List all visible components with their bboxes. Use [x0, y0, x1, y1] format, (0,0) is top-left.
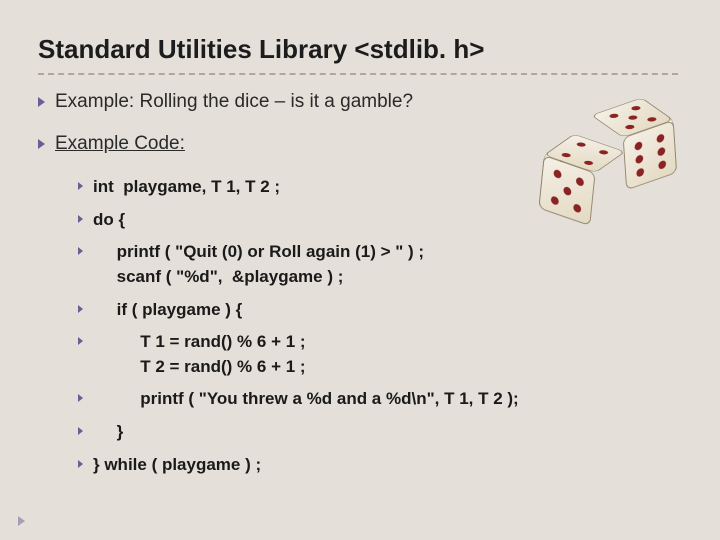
- code-line: }: [78, 420, 682, 445]
- code-line: if ( playgame ) {: [78, 298, 682, 323]
- code-line: printf ( "Quit (0) or Roll again (1) > "…: [78, 240, 682, 289]
- die-icon: [553, 144, 610, 215]
- code-text: printf ( "Quit (0) or Roll again (1) > "…: [93, 240, 424, 289]
- slide: Standard Utilities Library <stdlib. h> E…: [0, 0, 720, 540]
- slide-title: Standard Utilities Library <stdlib. h>: [38, 34, 682, 65]
- code-text: do {: [93, 208, 125, 233]
- triangle-icon: [38, 97, 45, 107]
- code-text: }: [93, 420, 123, 445]
- triangle-icon: [78, 305, 83, 313]
- code-line: printf ( "You threw a %d and a %d\n", T …: [78, 387, 682, 412]
- triangle-icon: [78, 427, 83, 435]
- code-block: int playgame, T 1, T 2 ; do { printf ( "…: [78, 175, 682, 477]
- triangle-icon: [78, 337, 83, 345]
- triangle-icon: [78, 247, 83, 255]
- code-text: } while ( playgame ) ;: [93, 453, 261, 478]
- bullet-text: Example: Rolling the dice – is it a gamb…: [55, 91, 413, 113]
- corner-chevron-icon: [18, 516, 25, 526]
- code-line: } while ( playgame ) ;: [78, 453, 682, 478]
- code-text: int playgame, T 1, T 2 ;: [93, 175, 280, 200]
- code-text: printf ( "You threw a %d and a %d\n", T …: [93, 387, 519, 412]
- code-line: T 1 = rand() % 6 + 1 ; T 2 = rand() % 6 …: [78, 330, 682, 379]
- title-divider: [38, 73, 678, 75]
- triangle-icon: [38, 139, 45, 149]
- triangle-icon: [78, 460, 83, 468]
- die-icon: [607, 109, 661, 179]
- bullet-text: Example Code:: [55, 133, 185, 155]
- triangle-icon: [78, 394, 83, 402]
- code-text: T 1 = rand() % 6 + 1 ; T 2 = rand() % 6 …: [93, 330, 306, 379]
- code-text: if ( playgame ) {: [93, 298, 242, 323]
- triangle-icon: [78, 182, 83, 190]
- dice-illustration: [546, 110, 686, 220]
- triangle-icon: [78, 215, 83, 223]
